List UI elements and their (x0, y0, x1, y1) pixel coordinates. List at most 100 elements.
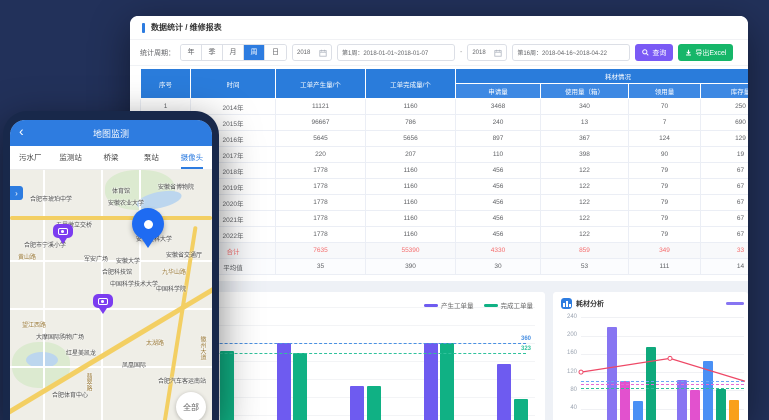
column-header: 序号 (141, 69, 191, 99)
sub-column-header: 使用量（箱） (541, 84, 629, 99)
all-filter-button[interactable]: 全部 (176, 392, 206, 420)
table-row[interactable]: 82021年177811604561227967 (141, 211, 749, 227)
table-row[interactable]: 22015年96667786240137690 (141, 115, 749, 131)
start-year-select[interactable]: 2018 (292, 44, 332, 61)
dashboard-window: 数据统计 / 维修报表 统计周期： 年季月周日 2018 第1周：2018-01… (130, 16, 748, 420)
segment-1[interactable]: 季 (202, 45, 223, 60)
reference-label: 323 (521, 346, 531, 352)
pin-dot (144, 220, 153, 229)
map-road (43, 170, 45, 420)
camera-marker[interactable] (53, 224, 73, 248)
table-row[interactable]: 42017年2202071103989019 (141, 147, 749, 163)
column-header: 工单产生量/个 (276, 69, 366, 99)
tab-4[interactable]: 摄像头 (172, 146, 212, 169)
map-road (10, 260, 212, 262)
report-table-head: 序号时间工单产生量/个工单完成量/个耗材情况申请量使用量（箱）领用量库存量 (141, 69, 749, 99)
map-label: 合肥科技馆 (102, 267, 132, 276)
map-label: 安徽大学 (116, 256, 140, 265)
total-row[interactable]: 合计763555390433085934933 (141, 243, 749, 259)
report-table-body: 12014年11121116034683407025022015年9666778… (141, 99, 749, 275)
tab-1[interactable]: 监测站 (50, 146, 90, 169)
table-row[interactable]: 12014年111211160346834070250 (141, 99, 749, 115)
chart-bar (277, 343, 291, 420)
consumables-chart-title: 耗材分析 (576, 299, 604, 309)
column-header: 时间 (191, 69, 276, 99)
chart-bar (367, 386, 381, 420)
map-label: 中国科学院 (156, 284, 186, 293)
map-label: 合肥体育中心 (52, 390, 88, 399)
breadcrumb-bar: 数据统计 / 维修报表 (130, 16, 748, 40)
map-label: 太湖路 (146, 338, 164, 347)
filter-bar: 统计周期： 年季月周日 2018 第1周：2018-01-01~2018-01-… (130, 40, 748, 66)
start-week-value: 第1周：2018-01-01~2018-01-07 (342, 48, 428, 57)
map-label: 军安广场 (84, 254, 108, 263)
phone-title: 地图监测 (93, 127, 129, 140)
map-expand-button[interactable]: › (10, 186, 23, 200)
tab-3[interactable]: 泵站 (131, 146, 171, 169)
table-row[interactable]: 32016年56455656897367124129 (141, 131, 749, 147)
table-row[interactable]: 62019年177811604561227967 (141, 179, 749, 195)
chart-bar (514, 399, 528, 420)
table-row[interactable]: 92022年177811604561227967 (141, 227, 749, 243)
period-segments: 年季月周日 (180, 44, 287, 61)
map-label: 安徽省博物院 (158, 182, 194, 191)
back-icon[interactable]: ‹ (19, 124, 24, 138)
legend-swatch (424, 304, 438, 307)
chart-bar (424, 343, 438, 420)
map-label: 安徽省交通厅 (166, 250, 202, 259)
report-table-section: 序号时间工单产生量/个工单完成量/个耗材情况申请量使用量（箱）领用量库存量 12… (130, 66, 748, 281)
chart-bar (350, 386, 364, 420)
consumables-chart-card: 耗材分析 2402001601208040 (553, 292, 748, 420)
selected-pin-marker[interactable] (132, 208, 164, 252)
end-year-value: 2018 (472, 50, 485, 56)
map-label: 中国科学技术大学 (110, 279, 158, 288)
map-label: 望江西路 (22, 320, 46, 329)
table-row[interactable]: 72020年177811604561227967 (141, 195, 749, 211)
map-view[interactable]: › 全部 合肥市琥珀中学体育馆安徽农业大学安徽省博物院五里墩立交桥合肥市宁溪小学… (10, 170, 212, 420)
tab-0[interactable]: 污水厂 (10, 146, 50, 169)
segment-3[interactable]: 周 (244, 45, 265, 60)
map-highway (10, 216, 212, 220)
map-label: 黄山路 (18, 252, 36, 261)
report-table-clip: 序号时间工单产生量/个工单完成量/个耗材情况申请量使用量（箱）领用量库存量 12… (140, 68, 748, 275)
export-excel-button[interactable]: 导出Excel (678, 44, 733, 61)
segment-0[interactable]: 年 (181, 45, 202, 60)
breadcrumb-accent-bar (142, 23, 145, 33)
legend-swatch (484, 304, 498, 307)
legend-item: 产生工单量 (424, 300, 474, 310)
phone-frame: ‹ 地图监测 污水厂监测站桥梁泵站摄像头 (3, 111, 219, 420)
chart-bar (440, 343, 454, 420)
end-year-select[interactable]: 2018 (467, 44, 507, 61)
phone-screen: ‹ 地图监测 污水厂监测站桥梁泵站摄像头 (10, 120, 212, 420)
map-label: 大摩国际购物广场 (36, 332, 84, 341)
end-week-value: 第16周：2018-04-16~2018-04-22 (517, 48, 607, 57)
calendar-icon (319, 49, 327, 57)
map-label: 体育馆 (112, 186, 130, 195)
table-row[interactable]: 52018年177811604561227967 (141, 163, 749, 179)
period-label: 统计周期： (140, 48, 175, 58)
calendar-icon (494, 49, 502, 57)
sub-column-header: 领用量 (629, 84, 701, 99)
start-week-input[interactable]: 第1周：2018-01-01~2018-01-07 (337, 44, 455, 61)
camera-marker[interactable] (93, 294, 113, 318)
column-header: 工单完成量/个 (366, 69, 456, 99)
phone-tab-bar: 污水厂监测站桥梁泵站摄像头 (10, 146, 212, 170)
sub-column-header: 申请量 (456, 84, 541, 99)
report-table: 序号时间工单产生量/个工单完成量/个耗材情况申请量使用量（箱）领用量库存量 12… (140, 68, 748, 275)
end-week-input[interactable]: 第16周：2018-04-16~2018-04-22 (512, 44, 630, 61)
legend-item: 完成工单量 (484, 300, 534, 310)
query-button[interactable]: 查询 (635, 44, 673, 61)
segment-4[interactable]: 日 (265, 45, 286, 60)
search-icon (642, 49, 649, 56)
query-button-label: 查询 (652, 48, 666, 58)
map-label: 凤凰国际 (122, 360, 146, 369)
average-row[interactable]: 平均值35390305311114 (141, 259, 749, 275)
chart-bar (293, 353, 307, 420)
segment-2[interactable]: 月 (223, 45, 244, 60)
sub-column-header: 库存量 (701, 84, 749, 99)
phone-header: ‹ 地图监测 (10, 120, 212, 146)
map-label: 徽州大道 (198, 336, 207, 360)
camera-icon (93, 294, 113, 308)
tab-2[interactable]: 桥梁 (91, 146, 131, 169)
map-label: 九华山路 (162, 267, 186, 276)
